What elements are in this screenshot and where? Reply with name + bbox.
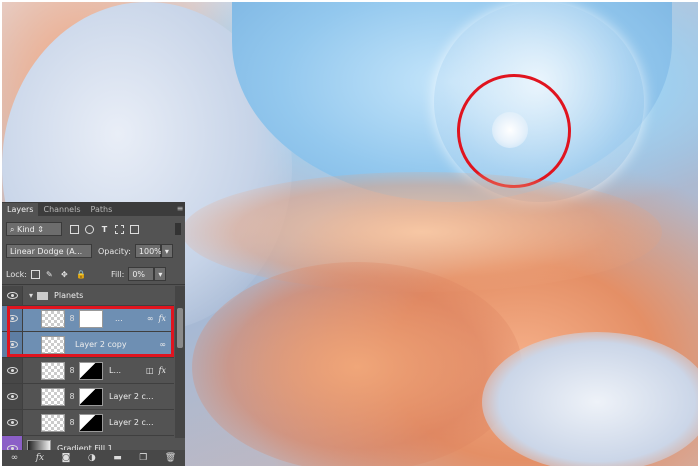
layer-name: Planets: [54, 291, 84, 300]
layer-thumbnail: [41, 413, 65, 432]
filter-toggle[interactable]: [175, 223, 181, 235]
tab-channels[interactable]: Channels: [38, 203, 85, 216]
type-filter-icon[interactable]: T: [100, 225, 109, 234]
layer-row[interactable]: 8 Layer 2 c...: [2, 410, 174, 436]
filter-kind-label: Kind: [17, 225, 35, 234]
highlight-rectangle: [7, 306, 174, 357]
link-icon[interactable]: 8: [68, 418, 76, 427]
opacity-input[interactable]: 100%: [134, 244, 162, 258]
new-layer-icon[interactable]: ❐: [139, 453, 147, 463]
visibility-toggle[interactable]: [2, 358, 23, 383]
eye-icon: [6, 393, 18, 400]
layer-mask-thumbnail: [79, 387, 103, 406]
smart-filter-icon[interactable]: ◫: [146, 366, 154, 375]
lock-label: Lock:: [6, 269, 27, 279]
visibility-toggle[interactable]: [2, 286, 23, 305]
panel-tabs: Layers Channels Paths ≡: [2, 202, 185, 216]
filter-kind-select[interactable]: ⌕ Kind ⇕: [6, 222, 62, 236]
new-group-icon[interactable]: ▬: [113, 453, 122, 463]
add-style-icon[interactable]: fx: [36, 453, 44, 463]
fill-label: Fill:: [110, 269, 125, 279]
filter-row: ⌕ Kind ⇕ T: [2, 219, 185, 239]
snow-slope: [482, 332, 698, 466]
filter-icons: T: [70, 224, 139, 234]
lock-transparency-icon[interactable]: [30, 269, 40, 279]
visibility-toggle[interactable]: [2, 384, 23, 409]
layer-row[interactable]: 8 Layer 2 c...: [2, 384, 174, 410]
layer-thumbnail: [41, 361, 65, 380]
layer-name: L...: [109, 366, 122, 375]
shape-filter-icon[interactable]: [115, 224, 124, 234]
eye-icon: [6, 367, 18, 374]
folder-icon: [37, 291, 49, 300]
link-layers-icon[interactable]: ∞: [11, 453, 19, 463]
layer-badges: ◫ fx: [146, 366, 166, 375]
tab-layers[interactable]: Layers: [2, 203, 39, 216]
lock-position-icon[interactable]: ✥: [61, 270, 70, 279]
lock-brush-icon[interactable]: ✎: [46, 270, 55, 279]
divider: [2, 284, 185, 285]
opacity-dropdown[interactable]: ▾: [160, 244, 173, 258]
pixel-filter-icon[interactable]: [70, 224, 79, 234]
opacity-label: Opacity:: [98, 246, 131, 256]
scrollbar-thumb[interactable]: [177, 308, 183, 348]
layers-scrollbar[interactable]: [175, 286, 185, 438]
layer-name: Layer 2 c...: [109, 418, 154, 427]
lock-icons: ✎ ✥ 🔒: [30, 269, 86, 279]
layer-name: Layer 2 c...: [109, 392, 154, 401]
adjustment-layer-icon[interactable]: ◑: [88, 453, 96, 463]
layer-mask-thumbnail: [79, 361, 103, 380]
panel-menu-icon[interactable]: ≡: [175, 203, 185, 216]
eye-icon: [6, 292, 18, 299]
layer-row[interactable]: 8 L... ◫ fx: [2, 358, 174, 384]
layer-mask-thumbnail: [79, 413, 103, 432]
forest-foreground: [192, 262, 522, 466]
canvas: Layers Channels Paths ≡ ⌕ Kind ⇕ T Linea…: [2, 2, 698, 466]
smart-object-filter-icon[interactable]: [130, 224, 139, 234]
delete-layer-icon[interactable]: 🗑: [165, 453, 176, 463]
lock-all-icon[interactable]: 🔒: [76, 270, 86, 279]
tab-paths[interactable]: Paths: [86, 203, 118, 216]
link-icon[interactable]: 8: [68, 366, 76, 375]
fx-icon[interactable]: fx: [159, 366, 166, 375]
blend-row: Linear Dodge (A... Opacity: 100% ▾: [2, 242, 185, 260]
disclosure-triangle-icon[interactable]: ▾: [29, 291, 33, 300]
blend-mode-value: Linear Dodge (A...: [10, 247, 83, 256]
panel-footer: ∞ fx ◙ ◑ ▬ ❐ 🗑: [2, 450, 185, 466]
fill-value: 0%: [132, 270, 146, 279]
fill-dropdown[interactable]: ▾: [154, 267, 167, 281]
blend-mode-select[interactable]: Linear Dodge (A...: [6, 244, 92, 258]
opacity-value: 100%: [138, 247, 162, 256]
add-mask-icon[interactable]: ◙: [62, 453, 71, 463]
fill-input[interactable]: 0%: [128, 267, 155, 281]
layer-thumbnail: [41, 387, 65, 406]
highlight-circle: [457, 74, 571, 188]
adjustment-filter-icon[interactable]: [85, 224, 94, 234]
eye-icon: [6, 419, 18, 426]
lock-row: Lock: ✎ ✥ 🔒 Fill: 0% ▾: [2, 265, 185, 283]
layer-group-planets[interactable]: ▾ Planets: [2, 286, 174, 306]
link-icon[interactable]: 8: [68, 392, 76, 401]
visibility-toggle[interactable]: [2, 410, 23, 435]
